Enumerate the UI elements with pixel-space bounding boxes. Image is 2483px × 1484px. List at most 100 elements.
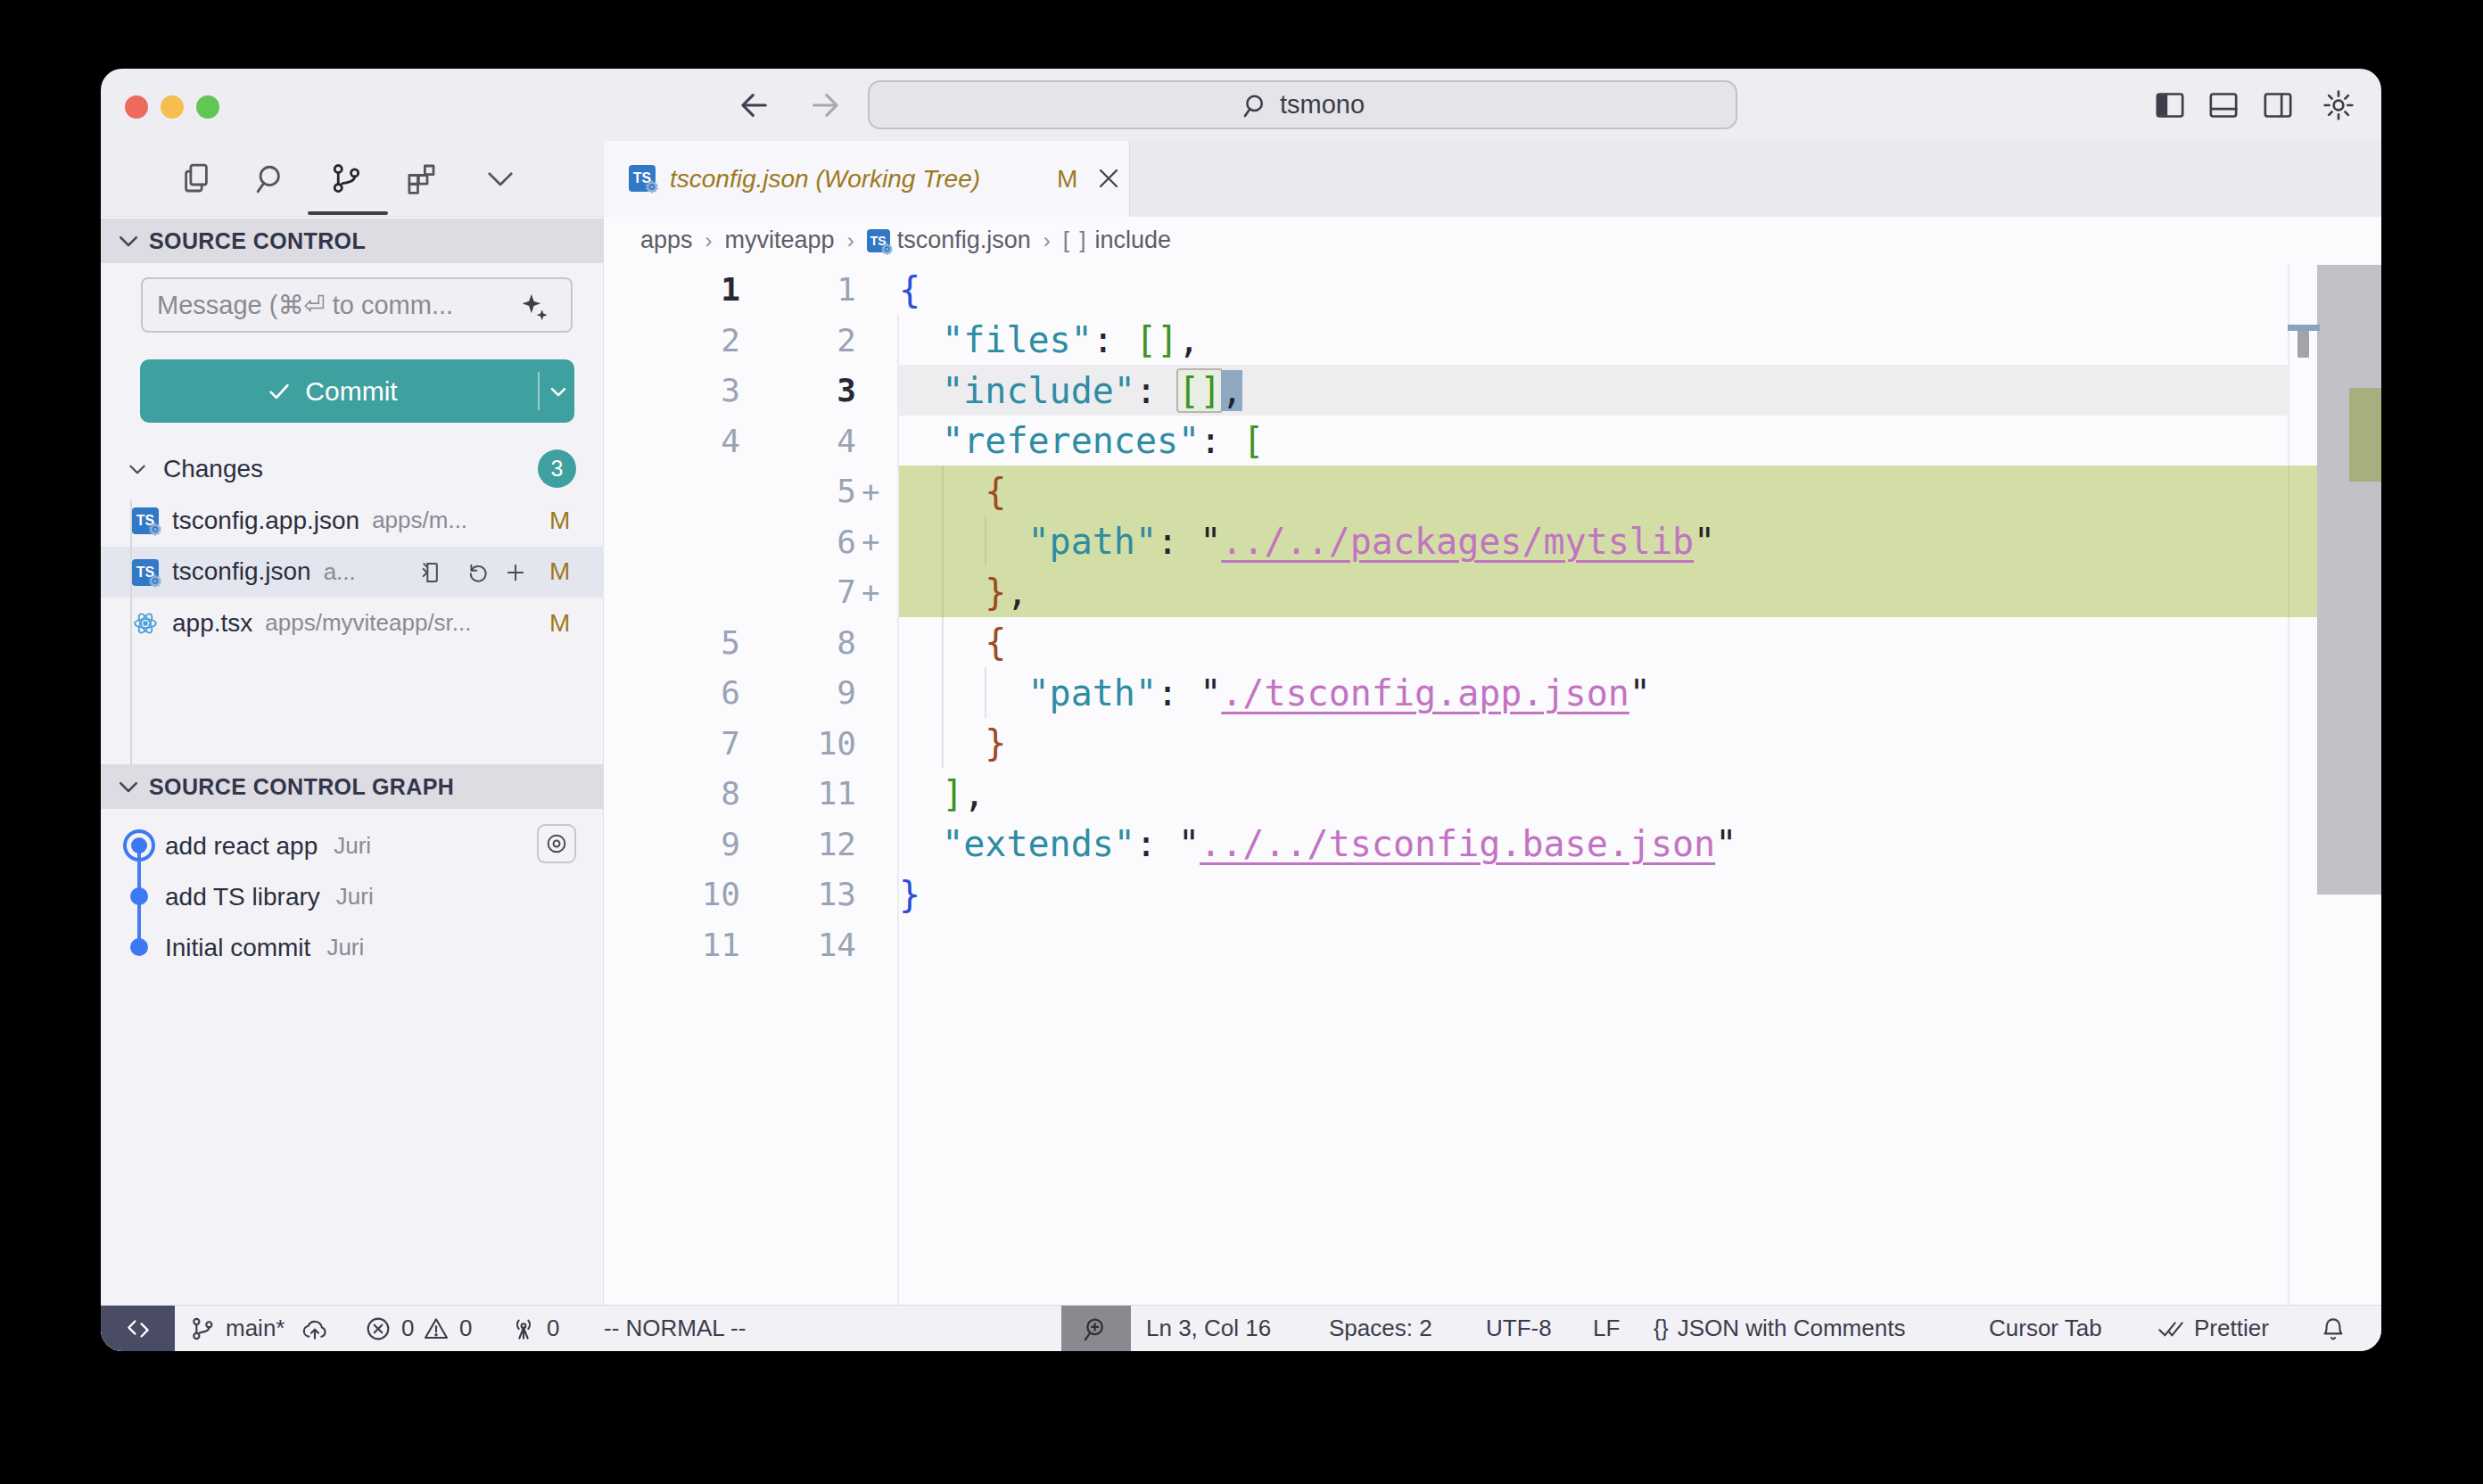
modified-line-number: 11 — [749, 768, 856, 819]
toggle-panel-left-icon[interactable] — [2152, 87, 2188, 123]
file-row-tsconfig.json[interactable]: TS⚙ tsconfig.json a... M — [101, 547, 604, 598]
status-item-prettier[interactable]: Prettier — [2157, 1306, 2269, 1351]
status-item-0[interactable]: 0 — [422, 1306, 472, 1351]
code-text[interactable]: ], — [899, 768, 985, 819]
code-text[interactable]: "files": [], — [899, 315, 1200, 366]
code-text[interactable]: } — [899, 718, 1006, 769]
modified-line-number: 12 — [749, 819, 856, 870]
activity-bar-item-more-views[interactable] — [482, 160, 519, 197]
activity-bar-item-search[interactable] — [252, 160, 290, 197]
commit-message-input[interactable]: Message (⌘⏎ to comm... — [141, 277, 573, 333]
close-light[interactable] — [125, 95, 148, 119]
modified-line-number: 1 — [749, 264, 856, 315]
status-item--normal-[interactable]: -- NORMAL -- — [604, 1306, 746, 1351]
code-text[interactable]: "include": [], — [899, 365, 1242, 416]
changes-count-badge: 3 — [538, 449, 576, 488]
status-item-json-with-comments[interactable]: {}JSON with Comments — [1654, 1306, 1905, 1351]
zoom-light[interactable] — [196, 95, 219, 119]
close-icon — [1093, 162, 1125, 194]
forward-button[interactable] — [806, 87, 844, 124]
status-item-ln-3-col-16[interactable]: Ln 3, Col 16 — [1146, 1306, 1271, 1351]
breadcrumb-item-include[interactable]: [ ]include — [1063, 227, 1171, 254]
commit-button[interactable]: Commit — [140, 359, 574, 423]
ts-file-icon: TS⚙ — [132, 559, 159, 586]
status-item-bell-icon[interactable] — [2319, 1306, 2347, 1351]
original-line-number: 10 — [604, 869, 740, 919]
code-line-8: 58 { — [604, 617, 2381, 668]
remote-icon — [123, 1314, 153, 1344]
modified-status: M — [549, 495, 570, 546]
source-control-graph-section-header[interactable]: SOURCE CONTROL GRAPH — [101, 764, 604, 809]
breadcrumb: apps›myviteapp›TS⚙tsconfig.json›[ ]inclu… — [604, 217, 2381, 264]
modified-line-number: 9 — [749, 667, 856, 718]
toggle-settings-gear-icon[interactable] — [2321, 87, 2356, 123]
status-text: Cursor Tab — [1989, 1315, 2102, 1342]
code-text[interactable]: "path": "../../packages/mytslib" — [899, 516, 1715, 567]
forward-icon — [806, 87, 844, 124]
status-item-0[interactable]: 0 — [509, 1306, 559, 1351]
file-row-tsconfig.app.json[interactable]: TS⚙ tsconfig.app.json apps/m... M — [101, 495, 604, 546]
status-item-0[interactable]: 0 — [364, 1306, 414, 1351]
code-line-12: 912 "extends": "../../tsconfig.base.json… — [604, 819, 2381, 870]
added-line-marker: + — [862, 516, 879, 567]
back-button[interactable] — [736, 87, 773, 124]
source-control-section-header[interactable]: SOURCE CONTROL — [101, 218, 604, 263]
status-item-lf[interactable]: LF — [1593, 1306, 1620, 1351]
file-action-discard-changes[interactable] — [466, 560, 491, 585]
chevron-down-icon — [126, 458, 149, 481]
activity-bar-item-extensions[interactable] — [402, 160, 440, 197]
scrollbar-thumb[interactable] — [2317, 265, 2381, 895]
code-line-5: 5+ { — [604, 466, 2381, 516]
status-text: 0 — [401, 1315, 414, 1342]
code-text[interactable]: }, — [899, 566, 1028, 617]
status-item-cloud-upload-icon[interactable] — [301, 1306, 329, 1351]
status-text: 0 — [547, 1315, 559, 1342]
code-text[interactable]: "references": [ — [899, 416, 1264, 466]
code-text[interactable]: { — [899, 617, 1006, 668]
status-item-main-[interactable]: main* — [188, 1306, 285, 1351]
overview-cursor-marker — [2288, 325, 2320, 331]
commit-row-1[interactable]: add react app Juri — [101, 820, 604, 871]
file-action-open-file[interactable] — [419, 560, 444, 585]
go-to-file-icon — [419, 560, 444, 585]
commit-row-3[interactable]: Initial commit Juri — [101, 922, 604, 973]
status-item-cursor-tab[interactable]: Cursor Tab — [1989, 1306, 2102, 1351]
changes-header[interactable]: Changes 3 — [101, 443, 604, 495]
file-row-app.tsx[interactable]: app.tsx apps/myviteapp/sr... M — [101, 598, 604, 648]
commit-row-2[interactable]: add TS library Juri — [101, 871, 604, 922]
code-text[interactable]: { — [899, 264, 920, 315]
message-placeholder: Message (⌘⏎ to comm... — [157, 290, 453, 320]
breadcrumb-item-apps[interactable]: apps — [640, 227, 693, 254]
breadcrumb-label: include — [1094, 227, 1171, 254]
toggle-panel-bottom-icon[interactable] — [2206, 87, 2241, 123]
modified-line-number: 5 — [749, 466, 856, 516]
activity-bar-item-explorer[interactable] — [177, 160, 215, 197]
breadcrumb-item-myviteapp[interactable]: myviteapp — [725, 227, 835, 254]
code-text[interactable]: "path": "./tsconfig.app.json" — [899, 667, 1651, 718]
toggle-panel-right-icon[interactable] — [2260, 87, 2296, 123]
original-line-number: 4 — [604, 416, 740, 466]
panel-bottom-icon — [2206, 87, 2241, 123]
code-text[interactable]: "extends": "../../tsconfig.base.json" — [899, 819, 1736, 870]
code-text[interactable]: } — [899, 869, 920, 919]
zoom-indicator[interactable] — [1061, 1306, 1131, 1351]
command-center-search[interactable]: tsmono — [868, 80, 1737, 129]
file-action-stage-changes[interactable] — [503, 560, 528, 585]
minimize-light[interactable] — [161, 95, 184, 119]
code-text[interactable]: { — [899, 466, 1006, 516]
commit-dropdown-button[interactable] — [546, 379, 571, 404]
original-line-number — [604, 466, 740, 516]
remote-button[interactable] — [101, 1306, 175, 1351]
status-item-utf-8[interactable]: UTF-8 — [1486, 1306, 1552, 1351]
goto-current-commit-button[interactable] — [537, 824, 576, 863]
close-tab-button[interactable] — [1093, 162, 1125, 194]
status-item-spaces-2[interactable]: Spaces: 2 — [1329, 1306, 1432, 1351]
tab-tsconfig-working-tree[interactable]: TS⚙ tsconfig.json (Working Tree) M — [604, 141, 1130, 217]
chevron-down-icon — [546, 379, 571, 404]
activity-bar-item-source-control[interactable] — [327, 160, 365, 197]
check-icon — [266, 378, 293, 405]
breadcrumb-item-tsconfig.json[interactable]: TS⚙tsconfig.json — [867, 227, 1031, 254]
branch-icon — [188, 1315, 217, 1343]
sparkle-icon[interactable] — [517, 290, 551, 324]
original-line-number — [604, 516, 740, 567]
